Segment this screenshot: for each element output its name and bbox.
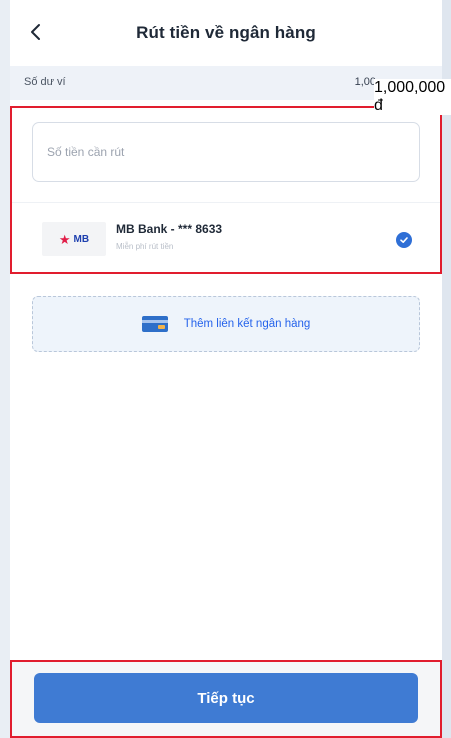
chevron-left-icon — [31, 24, 40, 40]
back-button[interactable] — [22, 18, 50, 46]
credit-card-icon — [141, 316, 168, 332]
highlight-footer-box — [10, 660, 442, 738]
balance-value-label: 1,000,000 đ — [374, 79, 451, 115]
highlight-form-box — [10, 106, 442, 274]
add-bank-label: Thêm liên kết ngân hàng — [183, 318, 311, 330]
balance-label: Số dư ví — [24, 76, 66, 88]
page-title: Rút tiền về ngân hàng — [136, 23, 316, 42]
app-header: Rút tiền về ngân hàng — [10, 0, 442, 66]
balance-value-partial: 1,00 — [354, 76, 376, 88]
add-bank-link-button[interactable]: Thêm liên kết ngân hàng — [32, 296, 420, 352]
